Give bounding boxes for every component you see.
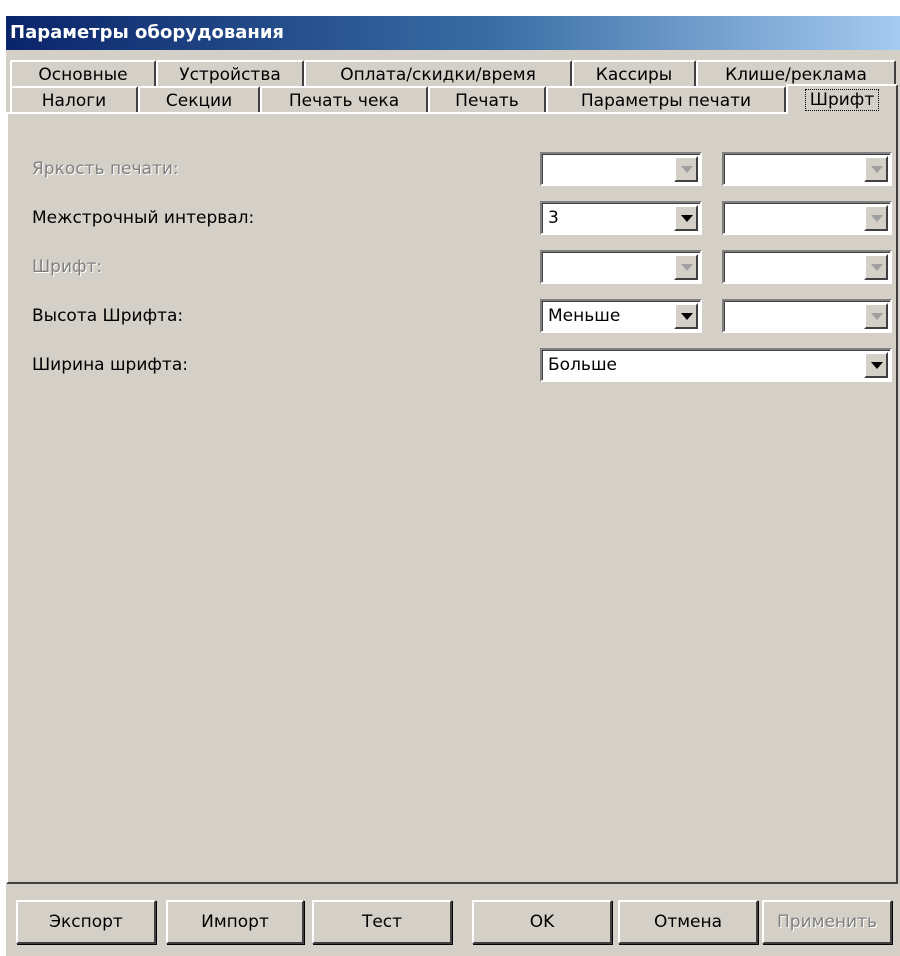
field-label-font: Шрифт: — [32, 257, 103, 277]
tab-nalogi[interactable]: Налоги — [10, 86, 138, 112]
line-spacing-combo-1[interactable]: 3 — [540, 201, 702, 235]
test-button[interactable]: Тест — [312, 900, 452, 944]
field-label-brightness: Яркость печати: — [32, 159, 179, 179]
tab-label: Устройства — [179, 65, 281, 85]
font-combo-2[interactable] — [722, 250, 892, 284]
combo-value: Больше — [548, 355, 617, 375]
chevron-down-icon[interactable] — [864, 303, 888, 329]
ok-button[interactable]: OK — [472, 900, 612, 944]
line-spacing-combo-2[interactable] — [722, 201, 892, 235]
font-height-combo-2[interactable] — [722, 299, 892, 333]
font-tab-panel: Яркость печати: Межстрочный интервал: 3 … — [6, 112, 898, 884]
export-button[interactable]: Экспорт — [16, 900, 156, 944]
chevron-down-icon[interactable] — [674, 156, 698, 182]
tab-ustroystva[interactable]: Устройства — [156, 60, 304, 86]
tab-sektsii[interactable]: Секции — [138, 86, 260, 112]
tab-oplata-skidki-vremya[interactable]: Оплата/скидки/время — [304, 60, 572, 86]
tab-pechat[interactable]: Печать — [428, 86, 546, 112]
apply-button[interactable]: Применить — [762, 900, 892, 944]
font-height-combo-1[interactable]: Меньше — [540, 299, 702, 333]
tab-label: Параметры печати — [580, 91, 752, 111]
combo-value: Меньше — [548, 306, 621, 326]
brightness-combo-2[interactable] — [722, 152, 892, 186]
combo-value: 3 — [548, 208, 559, 228]
field-label-font-height: Высота Шрифта: — [32, 306, 184, 326]
chevron-down-icon[interactable] — [864, 156, 888, 182]
brightness-combo-1[interactable] — [540, 152, 702, 186]
tab-label: Основные — [38, 65, 128, 85]
tab-pechat-cheka[interactable]: Печать чека — [260, 86, 428, 112]
tab-label: Печать — [455, 91, 519, 111]
font-width-combo[interactable]: Больше — [540, 348, 892, 382]
tab-label: Клише/реклама — [725, 65, 867, 85]
tab-label: Шрифт — [804, 89, 880, 111]
tab-kassiry[interactable]: Кассиры — [572, 60, 696, 86]
chevron-down-icon[interactable] — [674, 205, 698, 231]
tab-shrift[interactable]: Шрифт — [786, 84, 898, 114]
tab-label: Печать чека — [288, 91, 400, 111]
tab-klishe-reklama[interactable]: Клише/реклама — [696, 60, 896, 86]
window-title: Параметры оборудования — [6, 16, 900, 50]
chevron-down-icon[interactable] — [674, 254, 698, 280]
chevron-down-icon[interactable] — [864, 205, 888, 231]
chevron-down-icon[interactable] — [864, 254, 888, 280]
cancel-button[interactable]: Отмена — [618, 900, 758, 944]
chevron-down-icon[interactable] — [674, 303, 698, 329]
equipment-settings-window: Параметры оборудования Основные Устройст… — [6, 16, 900, 956]
tab-label: Налоги — [41, 91, 107, 111]
import-button[interactable]: Импорт — [166, 900, 304, 944]
tab-osnovnye[interactable]: Основные — [10, 60, 156, 86]
field-label-line-spacing: Межстрочный интервал: — [32, 208, 255, 228]
tab-label: Кассиры — [595, 65, 673, 85]
font-combo-1[interactable] — [540, 250, 702, 284]
tab-label: Оплата/скидки/время — [340, 65, 536, 85]
tab-parametry-pechati[interactable]: Параметры печати — [546, 86, 786, 112]
tab-label: Секции — [165, 91, 233, 111]
chevron-down-icon[interactable] — [864, 352, 888, 378]
field-label-font-width: Ширина шрифта: — [32, 355, 188, 375]
